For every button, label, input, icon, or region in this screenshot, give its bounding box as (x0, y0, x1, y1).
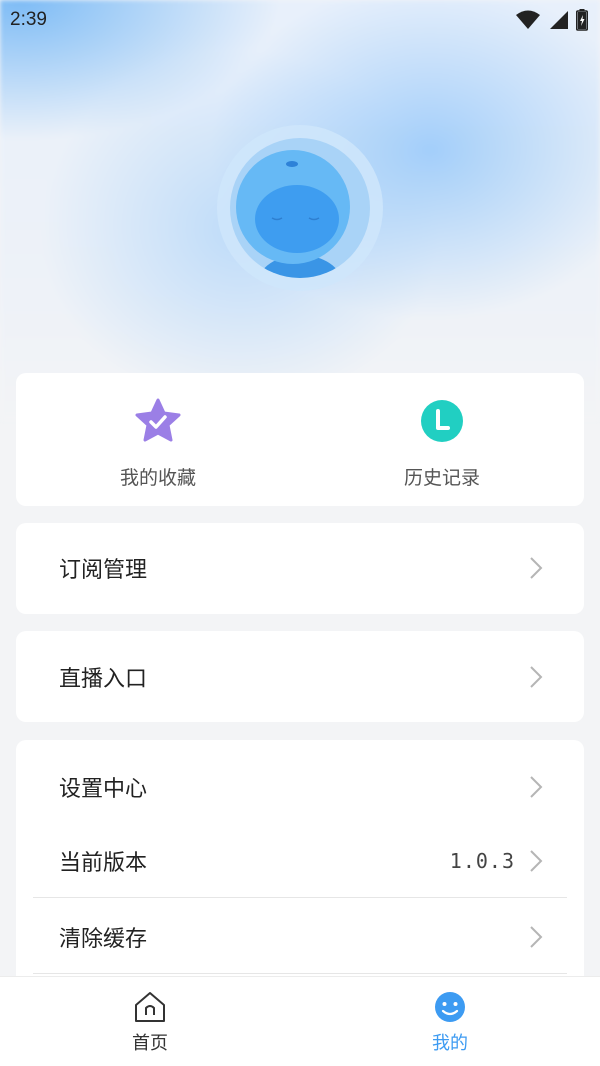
tab-mine-label: 我的 (432, 1033, 468, 1054)
home-icon (135, 992, 165, 1022)
clock-icon (421, 400, 463, 442)
live-card: 直播入口 (16, 631, 584, 722)
bottom-tab-bar: 首页 我的 (0, 976, 600, 1066)
signal-icon (550, 11, 568, 29)
divider (33, 973, 567, 974)
settings-label: 设置中心 (59, 777, 148, 802)
history-label: 历史记录 (403, 467, 480, 489)
quick-actions-card: 我的收藏 历史记录 (16, 373, 584, 506)
clear-cache-label: 清除缓存 (59, 927, 148, 952)
chevron-right-icon (530, 926, 543, 948)
favorites-button[interactable]: 我的收藏 (16, 373, 300, 506)
live-label: 直播入口 (59, 667, 148, 692)
settings-card: 设置中心 当前版本 1.0.3 清除缓存 (16, 740, 584, 1000)
star-check-icon (135, 398, 181, 442)
tab-mine[interactable]: 我的 (300, 977, 600, 1066)
status-time: 2:39 (10, 9, 47, 30)
status-icons (516, 9, 588, 31)
status-bar: 2:39 (0, 0, 600, 40)
chevron-right-icon (530, 776, 543, 798)
tab-home[interactable]: 首页 (0, 977, 300, 1066)
divider (33, 897, 567, 898)
version-label: 当前版本 (59, 851, 148, 876)
history-button[interactable]: 历史记录 (300, 373, 584, 506)
chevron-right-icon (530, 850, 543, 872)
clear-cache-row[interactable]: 清除缓存 (16, 900, 584, 974)
avatar-icon (217, 125, 383, 291)
battery-icon (576, 9, 588, 31)
smiley-icon (435, 992, 465, 1022)
favorites-label: 我的收藏 (119, 467, 196, 489)
chevron-right-icon (530, 666, 543, 688)
tab-home-label: 首页 (132, 1033, 168, 1054)
settings-row[interactable]: 设置中心 (16, 750, 584, 824)
avatar[interactable] (217, 125, 383, 291)
wifi-icon (516, 10, 540, 29)
live-row[interactable]: 直播入口 (16, 640, 584, 714)
subscription-row[interactable]: 订阅管理 (16, 531, 584, 605)
version-value: 1.0.3 (449, 849, 515, 873)
subscription-label: 订阅管理 (59, 558, 148, 583)
version-row[interactable]: 当前版本 1.0.3 (16, 824, 584, 898)
subscription-card: 订阅管理 (16, 523, 584, 614)
chevron-right-icon (530, 557, 543, 579)
